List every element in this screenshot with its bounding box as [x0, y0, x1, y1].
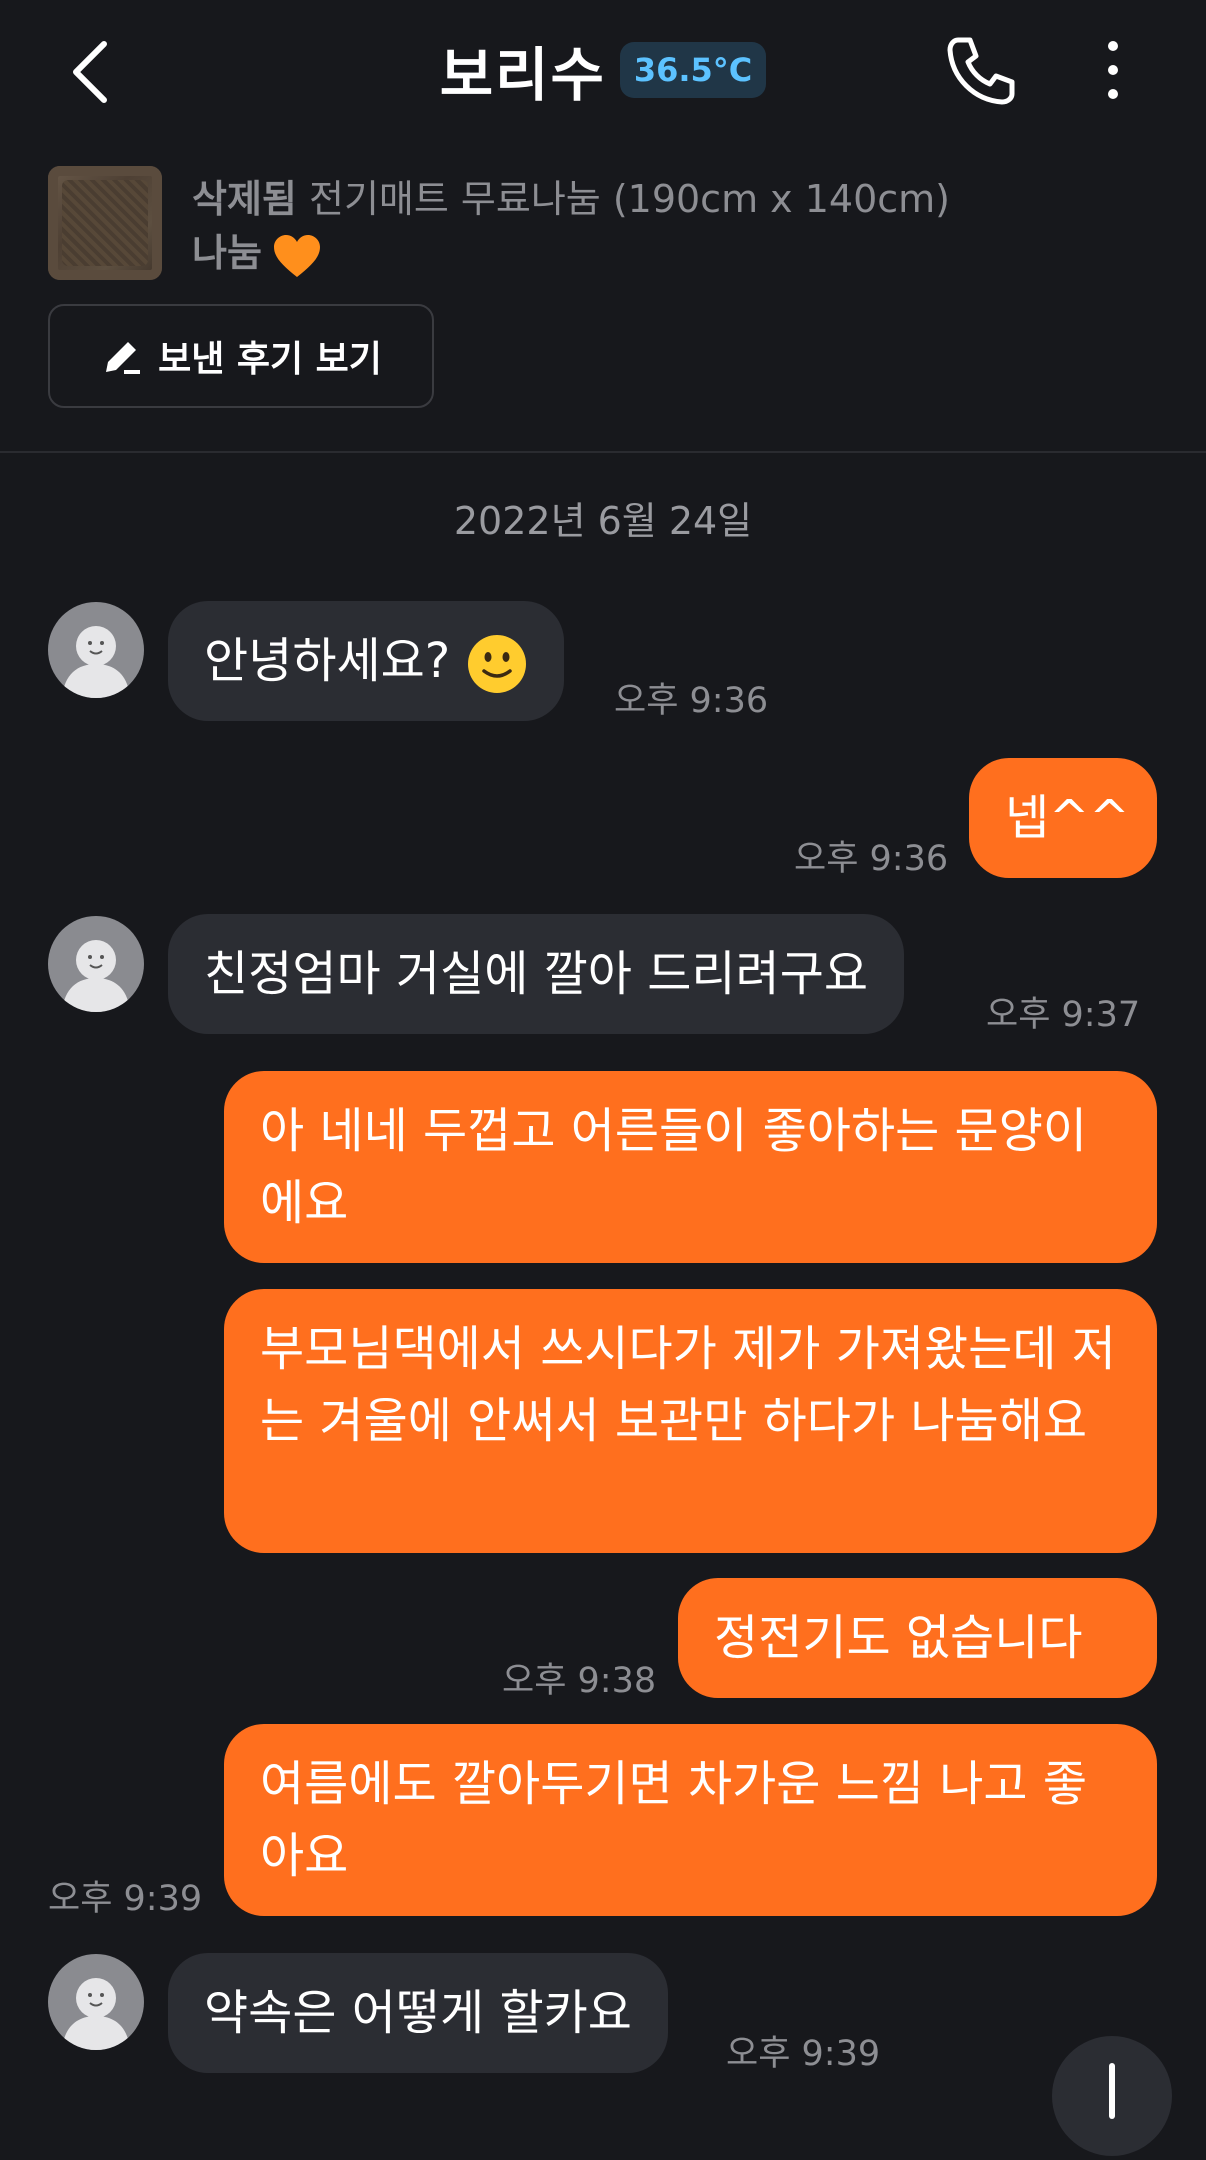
partner-avatar[interactable] [48, 1954, 144, 2050]
message-time: 오후 9:37 [986, 995, 1141, 1035]
product-price-row: 나눔 [192, 222, 322, 279]
product-info[interactable]: 삭제됨 전기매트 무료나눔 (190cm x 140cm) [192, 168, 950, 223]
message-text: 친정엄마 거실에 깔아 드리려구요 [204, 946, 869, 1002]
message-bubble-outgoing[interactable]: 넵^^ [969, 758, 1157, 878]
message-bubble-incoming[interactable]: 친정엄마 거실에 깔아 드리려구요 [168, 914, 905, 1034]
slightly-smiling-face-icon [468, 635, 527, 693]
pencil-icon [106, 342, 141, 374]
more-options-icon[interactable] [1098, 38, 1128, 102]
manner-temperature-badge[interactable]: 36.5°C [619, 42, 767, 98]
default-avatar-icon [62, 1978, 130, 2050]
message-text: 약속은 어떻게 할카요 [204, 1985, 632, 2041]
message-text: 여름에도 깔아두기면 차가운 느낌 나고 좋아요 [260, 1756, 1088, 1884]
product-price: 나눔 [192, 231, 262, 275]
scroll-to-bottom-button[interactable] [1052, 2036, 1172, 2156]
message-bubble-outgoing[interactable]: 여름에도 깔아두기면 차가운 느낌 나고 좋아요 [224, 1724, 1157, 1916]
chat-header-title: 보리수 36.5°C [0, 28, 1206, 109]
default-avatar-icon [62, 940, 130, 1012]
message-time: 오후 9:36 [614, 681, 769, 721]
orange-heart-icon [273, 234, 320, 277]
phone-icon[interactable] [944, 34, 1020, 106]
product-status: 삭제됨 [192, 177, 297, 221]
partner-name[interactable]: 보리수 [440, 28, 606, 112]
arrow-down-icon [1109, 2063, 1115, 2119]
date-separator: 2022년 6월 24일 [453, 499, 753, 543]
message-bubble-incoming[interactable]: 약속은 어떻게 할카요 [168, 1953, 668, 2073]
message-bubble-outgoing[interactable]: 아 네네 두껍고 어른들이 좋아하는 문양이에요 [224, 1071, 1157, 1263]
message-time: 오후 9:39 [48, 1879, 203, 1919]
product-title: 전기매트 무료나눔 (190cm x 140cm) [308, 177, 950, 221]
view-sent-review-button[interactable]: 보낸 후기 보기 [48, 304, 434, 408]
message-time: 오후 9:39 [726, 2034, 881, 2074]
product-thumbnail[interactable] [48, 166, 162, 280]
message-text: 안녕하세요? [204, 633, 451, 689]
message-time: 오후 9:38 [502, 1661, 657, 1701]
message-text: 부모님댁에서 쓰시다가 제가 가져왔는데 저는 겨울에 안써서 보관만 하다가 … [260, 1321, 1116, 1449]
message-bubble-outgoing[interactable]: 부모님댁에서 쓰시다가 제가 가져왔는데 저는 겨울에 안써서 보관만 하다가 … [224, 1289, 1157, 1553]
divider [0, 451, 1206, 453]
message-text: 넵^^ [1005, 790, 1130, 846]
partner-avatar[interactable] [48, 602, 144, 698]
message-bubble-incoming[interactable]: 안녕하세요? [168, 601, 565, 721]
default-avatar-icon [62, 626, 130, 698]
review-button-label: 보낸 후기 보기 [158, 339, 382, 380]
message-text: 아 네네 두껍고 어른들이 좋아하는 문양이에요 [260, 1103, 1088, 1231]
message-text: 정전기도 없습니다 [714, 1610, 1083, 1666]
message-time: 오후 9:36 [794, 839, 949, 879]
message-bubble-outgoing[interactable]: 정전기도 없습니다 [678, 1578, 1157, 1698]
partner-avatar[interactable] [48, 916, 144, 1012]
